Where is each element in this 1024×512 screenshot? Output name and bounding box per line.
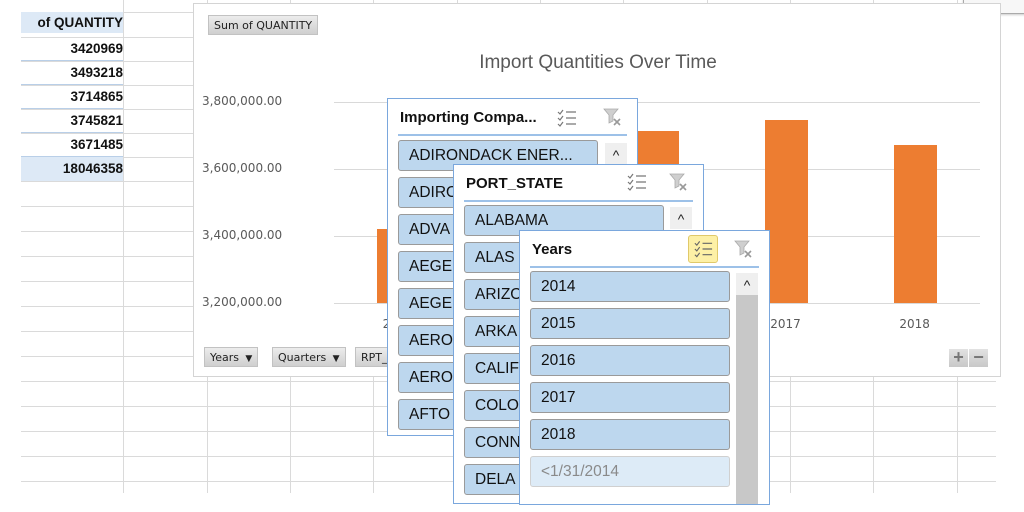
y-tick-label: 3,800,000.00 xyxy=(202,94,283,108)
clear-filter-icon[interactable] xyxy=(733,239,753,259)
slicer-item[interactable]: 2014 xyxy=(530,271,730,302)
dropdown-arrow-icon: ▼ xyxy=(329,354,340,364)
scroll-up-button[interactable]: ^ xyxy=(670,207,692,229)
axis-field-label: Years xyxy=(210,351,240,364)
slicer-separator xyxy=(530,266,759,268)
pivot-value-cell[interactable]: 3671485 xyxy=(21,133,123,157)
slicer-separator xyxy=(398,134,627,136)
chart-title: Import Quantities Over Time xyxy=(479,52,717,73)
slicer-item-no-data[interactable]: <1/31/2014 xyxy=(530,456,730,487)
clear-filter-icon[interactable] xyxy=(602,107,622,127)
axis-field-label: RPT_ xyxy=(361,351,388,364)
slicer-item[interactable]: 2018 xyxy=(530,419,730,450)
x-tick-label: 2018 xyxy=(899,317,930,331)
pivot-value-cell[interactable]: 3714865 xyxy=(21,85,123,109)
clear-filter-icon[interactable] xyxy=(668,172,688,192)
multi-select-icon[interactable] xyxy=(556,108,578,128)
y-tick-label: 3,200,000.00 xyxy=(202,295,283,309)
y-tick-label: 3,400,000.00 xyxy=(202,228,283,242)
collapse-field-button[interactable]: − xyxy=(969,348,988,367)
scroll-up-button[interactable]: ^ xyxy=(605,143,627,165)
pivot-grand-total-cell[interactable]: 18046358 xyxy=(21,157,123,181)
expand-field-button[interactable]: + xyxy=(949,348,968,367)
bar-2018[interactable] xyxy=(893,145,937,303)
y-tick-label: 3,600,000.00 xyxy=(202,161,283,175)
multi-select-icon[interactable] xyxy=(626,172,648,192)
slicer-item[interactable]: 2017 xyxy=(530,382,730,413)
grid-column-line xyxy=(123,0,124,493)
slicer-item[interactable]: 2015 xyxy=(530,308,730,339)
scrollbar-thumb[interactable] xyxy=(736,295,758,504)
dropdown-arrow-icon: ▼ xyxy=(242,354,253,364)
pivot-value-cell[interactable]: 3420969 xyxy=(21,37,123,61)
bar-2017[interactable] xyxy=(764,120,808,303)
pivot-value-cell[interactable]: 3745821 xyxy=(21,109,123,133)
pivot-value-cell[interactable]: 3493218 xyxy=(21,61,123,85)
slicer-title: PORT_STATE xyxy=(466,175,563,192)
slicer-item[interactable]: 2016 xyxy=(530,345,730,376)
multi-select-button-active[interactable] xyxy=(688,235,718,263)
pivot-header-sum-of-quantity[interactable]: of QUANTITY xyxy=(21,12,123,33)
slicer-title: Years xyxy=(532,241,573,258)
slicer-title: Importing Compa... xyxy=(400,109,537,126)
multi-select-icon xyxy=(694,241,713,258)
axis-field-button-quarters[interactable]: Quarters ▼ xyxy=(272,347,346,367)
value-field-button[interactable]: Sum of QUANTITY xyxy=(208,15,319,35)
scroll-up-button[interactable]: ^ xyxy=(736,273,758,295)
axis-field-button-years[interactable]: Years ▼ xyxy=(204,347,259,367)
x-tick-label: 2017 xyxy=(770,317,801,331)
slicer-years[interactable]: Years 2014 2015 2016 2017 2018 <1/31/2014 ^ xyxy=(519,230,770,505)
slicer-separator xyxy=(464,200,693,202)
expand-collapse-buttons: + − xyxy=(949,348,988,367)
axis-field-label: Quarters xyxy=(278,351,327,364)
